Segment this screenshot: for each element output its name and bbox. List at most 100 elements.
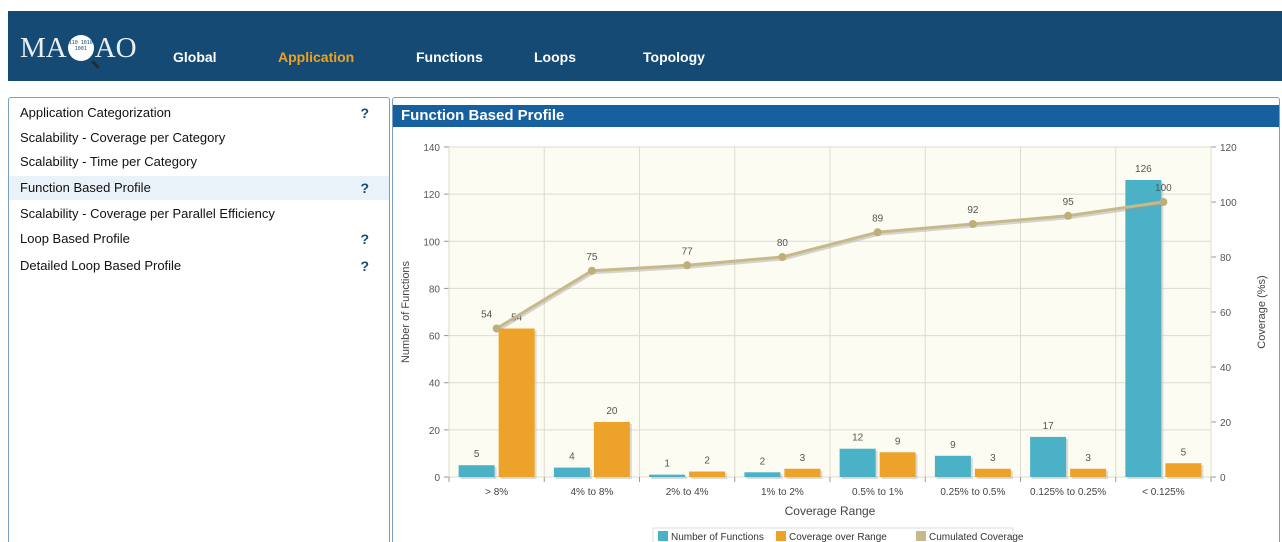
- data-label-cumulated-coverage: 100: [1155, 183, 1172, 194]
- data-label-coverage-over-range: 2: [704, 456, 710, 467]
- y-tick-label: 80: [429, 284, 441, 295]
- sidebar-item-label: Application Categorization: [20, 105, 172, 120]
- legend-label: Number of Functions: [671, 532, 764, 542]
- y-tick-label: 100: [423, 237, 440, 248]
- x-tick-label: < 0.125%: [1142, 487, 1185, 498]
- bar-number-of-functions: [649, 474, 686, 477]
- y-tick-label: 20: [429, 426, 441, 437]
- help-icon[interactable]: ?: [360, 254, 369, 278]
- help-icon[interactable]: ?: [360, 227, 369, 251]
- sidebar-item-function-based-profile[interactable]: Function Based Profile ?: [9, 176, 389, 200]
- x-tick-label: 0.25% to 0.5%: [940, 487, 1005, 498]
- y2-tick-label: 100: [1220, 198, 1237, 209]
- point-cumulated-coverage: [492, 324, 501, 333]
- data-label-cumulated-coverage: 89: [872, 213, 884, 224]
- sidebar-item-scalability-coverage-parallel-efficiency[interactable]: Scalability - Coverage per Parallel Effi…: [9, 202, 389, 226]
- data-label-number-of-functions: 1: [664, 459, 670, 470]
- x-tick-label: 0.5% to 1%: [852, 487, 903, 498]
- x-tick-label: 2% to 4%: [666, 487, 709, 498]
- point-cumulated-coverage: [587, 266, 596, 275]
- legend-swatch: [776, 531, 786, 541]
- data-label-coverage-over-range: 3: [800, 453, 806, 464]
- y-axis-title: Number of Functions: [400, 260, 412, 363]
- nav-application[interactable]: Application: [278, 49, 354, 65]
- bar-coverage-over-range: [593, 422, 630, 477]
- function-based-profile-panel: Function Based Profile 0 20 40 60 80 100 120 14…: [392, 97, 1280, 542]
- data-label-coverage-over-range: 3: [990, 453, 996, 464]
- data-label-coverage-over-range: 9: [895, 436, 901, 447]
- data-label-number-of-functions: 5: [474, 449, 480, 460]
- y2-axis-title: Coverage (%s): [1256, 275, 1268, 348]
- data-label-cumulated-coverage: 95: [1063, 197, 1075, 208]
- report-sidebar: Application Categorization ? Scalability…: [8, 97, 390, 542]
- help-icon[interactable]: ?: [360, 101, 369, 125]
- point-cumulated-coverage: [873, 228, 882, 237]
- bar-number-of-functions: [744, 472, 781, 477]
- bar-coverage-over-range: [1165, 463, 1202, 477]
- logo-text-left: MA: [20, 32, 67, 64]
- bar-coverage-over-range: [879, 452, 916, 477]
- sidebar-item-label: Scalability - Coverage per Category: [20, 130, 226, 145]
- data-label-coverage-over-range: 20: [606, 406, 618, 417]
- sidebar-item-label: Detailed Loop Based Profile: [20, 258, 182, 273]
- y-tick-label: 0: [434, 473, 440, 484]
- x-tick-label: 1% to 2%: [761, 487, 804, 498]
- data-label-coverage-over-range: 5: [1181, 447, 1187, 458]
- bar-number-of-functions: [934, 455, 971, 477]
- data-label-cumulated-coverage: 54: [481, 310, 493, 321]
- nav-global[interactable]: Global: [173, 49, 217, 65]
- bar-number-of-functions: [458, 465, 495, 477]
- point-cumulated-coverage: [1159, 198, 1168, 206]
- data-label-number-of-functions: 17: [1043, 421, 1055, 432]
- sidebar-item-loop-based-profile[interactable]: Loop Based Profile ?: [9, 227, 389, 251]
- legend-swatch: [916, 531, 926, 541]
- point-cumulated-coverage: [683, 261, 692, 270]
- function-profile-chart: 020406080100120140020406080100120> 8% 4% …: [400, 143, 1268, 542]
- data-label-number-of-functions: 9: [950, 440, 956, 451]
- sidebar-item-detailed-loop-based-profile[interactable]: Detailed Loop Based Profile ?: [9, 254, 389, 278]
- y2-tick-label: 60: [1220, 308, 1232, 319]
- data-label-cumulated-coverage: 80: [777, 238, 789, 249]
- top-navigation-bar: MA 110 1010 1001 AO Global Application F…: [8, 11, 1282, 81]
- y2-tick-label: 20: [1220, 418, 1232, 429]
- point-cumulated-coverage: [1064, 211, 1073, 220]
- logo-text-right: AO: [94, 32, 137, 64]
- sidebar-item-label: Function Based Profile: [20, 180, 151, 195]
- legend-label: Coverage over Range: [789, 532, 887, 542]
- sidebar-item-label: Scalability - Coverage per Parallel Effi…: [20, 206, 275, 221]
- x-tick-label: 0.125% to 0.25%: [1030, 487, 1106, 498]
- x-tick-label: > 8%: [485, 487, 508, 498]
- nav-functions[interactable]: Functions: [416, 49, 483, 65]
- bar-number-of-functions: [1125, 180, 1162, 477]
- sidebar-item-scalability-coverage-category[interactable]: Scalability - Coverage per Category: [9, 126, 389, 150]
- nav-topology[interactable]: Topology: [643, 49, 705, 65]
- y2-tick-label: 80: [1220, 253, 1232, 264]
- data-label-number-of-functions: 4: [569, 452, 575, 463]
- y2-tick-label: 40: [1220, 363, 1232, 374]
- maqao-logo[interactable]: MA 110 1010 1001 AO: [20, 33, 137, 63]
- bar-coverage-over-range: [1070, 468, 1107, 477]
- y-tick-label: 60: [429, 332, 441, 343]
- legend-label: Cumulated Coverage: [929, 532, 1024, 542]
- data-label-cumulated-coverage: 75: [586, 252, 598, 263]
- bar-coverage-over-range: [498, 328, 535, 477]
- data-label-number-of-functions: 12: [852, 433, 864, 444]
- point-cumulated-coverage: [968, 220, 977, 228]
- nav-loops[interactable]: Loops: [534, 49, 576, 65]
- help-icon[interactable]: ?: [360, 176, 369, 200]
- y2-tick-label: 0: [1220, 473, 1226, 484]
- sidebar-item-scalability-time-category[interactable]: Scalability - Time per Category: [9, 150, 389, 174]
- sidebar-item-application-categorization[interactable]: Application Categorization ?: [9, 101, 389, 125]
- globe-magnifier-icon: 110 1010 1001: [67, 35, 94, 61]
- data-label-coverage-over-range: 3: [1085, 453, 1091, 464]
- x-axis-title: Coverage Range: [785, 504, 876, 518]
- bar-coverage-over-range: [974, 468, 1011, 477]
- panel-title: Function Based Profile: [393, 105, 1279, 127]
- data-label-number-of-functions: 126: [1135, 164, 1152, 175]
- y-tick-label: 40: [429, 379, 441, 390]
- bar-coverage-over-range: [784, 468, 821, 477]
- point-cumulated-coverage: [778, 253, 787, 261]
- legend-swatch: [658, 531, 668, 541]
- x-tick-label: 4% to 8%: [570, 487, 613, 498]
- data-label-number-of-functions: 2: [760, 456, 766, 467]
